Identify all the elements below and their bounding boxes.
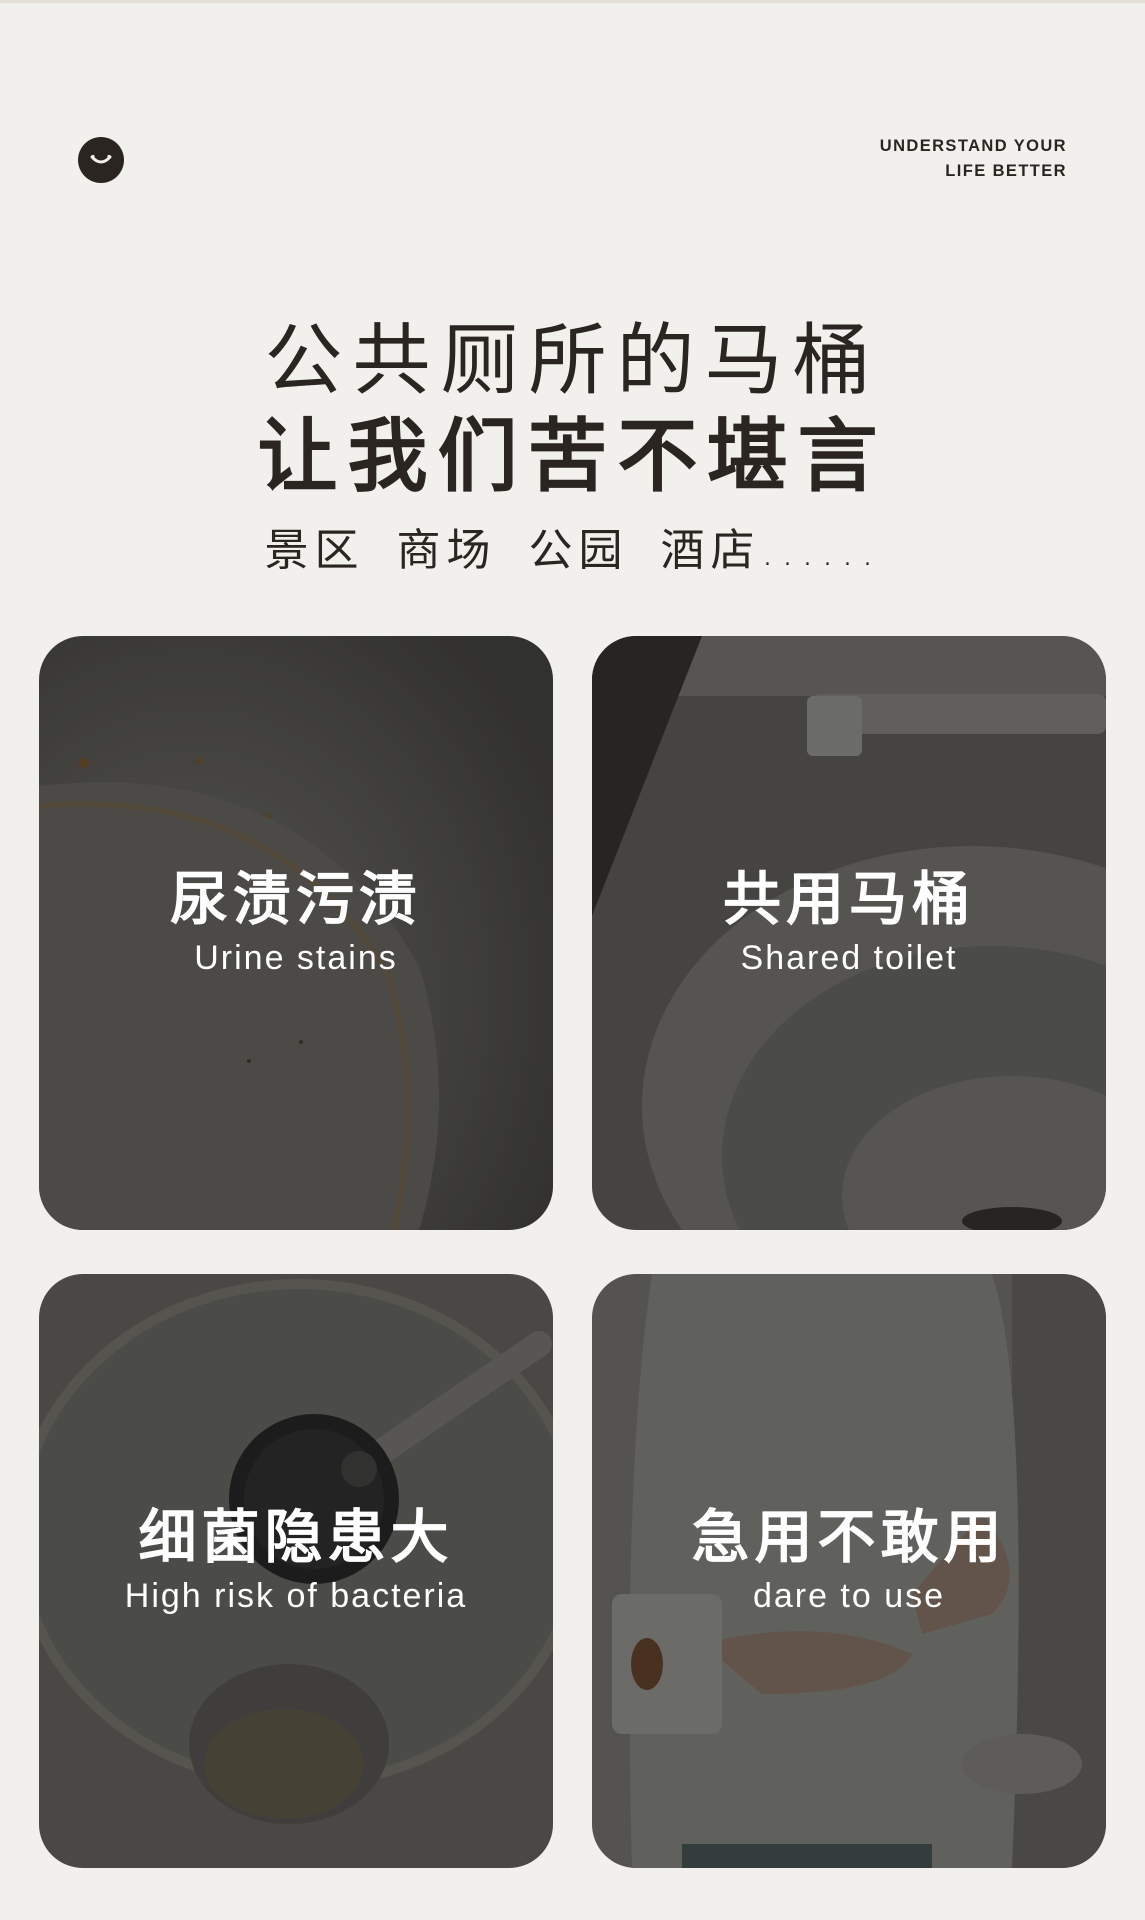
tagline-line-1: UNDERSTAND YOUR <box>879 137 1067 155</box>
top-divider <box>0 0 1145 3</box>
card-title: 细菌隐患大 <box>138 1503 454 1571</box>
card-title: 急用不敢用 <box>691 1503 1007 1571</box>
brand-tagline: UNDERSTAND YOUR LIFE BETTER <box>880 134 1067 184</box>
headline-line-2: 让我们苦不堪言 <box>257 410 888 503</box>
tagline-line-2: LIFE BETTER <box>945 162 1067 180</box>
card-subtitle: dare to use <box>752 1577 946 1615</box>
place-item: 商场 <box>396 525 497 576</box>
card-title: 共用马桶 <box>722 865 975 933</box>
place-item: 公园 <box>528 525 629 576</box>
card-subtitle: Shared toilet <box>740 939 958 977</box>
card-caption: 细菌隐患大 High risk of bacteria <box>39 1502 553 1618</box>
card-caption: 急用不敢用 dare to use <box>592 1502 1106 1618</box>
card-caption: 共用马桶 Shared toilet <box>592 864 1106 980</box>
card-dare-to-use: 急用不敢用 dare to use <box>592 1274 1106 1868</box>
card-title: 尿渍污渍 <box>169 865 422 933</box>
place-item: 酒店...... <box>660 525 881 576</box>
place-item: 景区 <box>264 525 365 576</box>
card-subtitle: High risk of bacteria <box>124 1577 468 1615</box>
card-caption: 尿渍污渍 Urine stains <box>39 864 553 980</box>
places-line: 景区 商场 公园 酒店...... <box>0 514 1145 578</box>
smile-logo-icon <box>78 137 124 183</box>
card-urine-stains: 尿渍污渍 Urine stains <box>39 636 553 1230</box>
card-shared-toilet: 共用马桶 Shared toilet <box>592 636 1106 1230</box>
card-bacteria-risk: 细菌隐患大 High risk of bacteria <box>39 1274 553 1868</box>
card-subtitle: Urine stains <box>194 939 398 977</box>
